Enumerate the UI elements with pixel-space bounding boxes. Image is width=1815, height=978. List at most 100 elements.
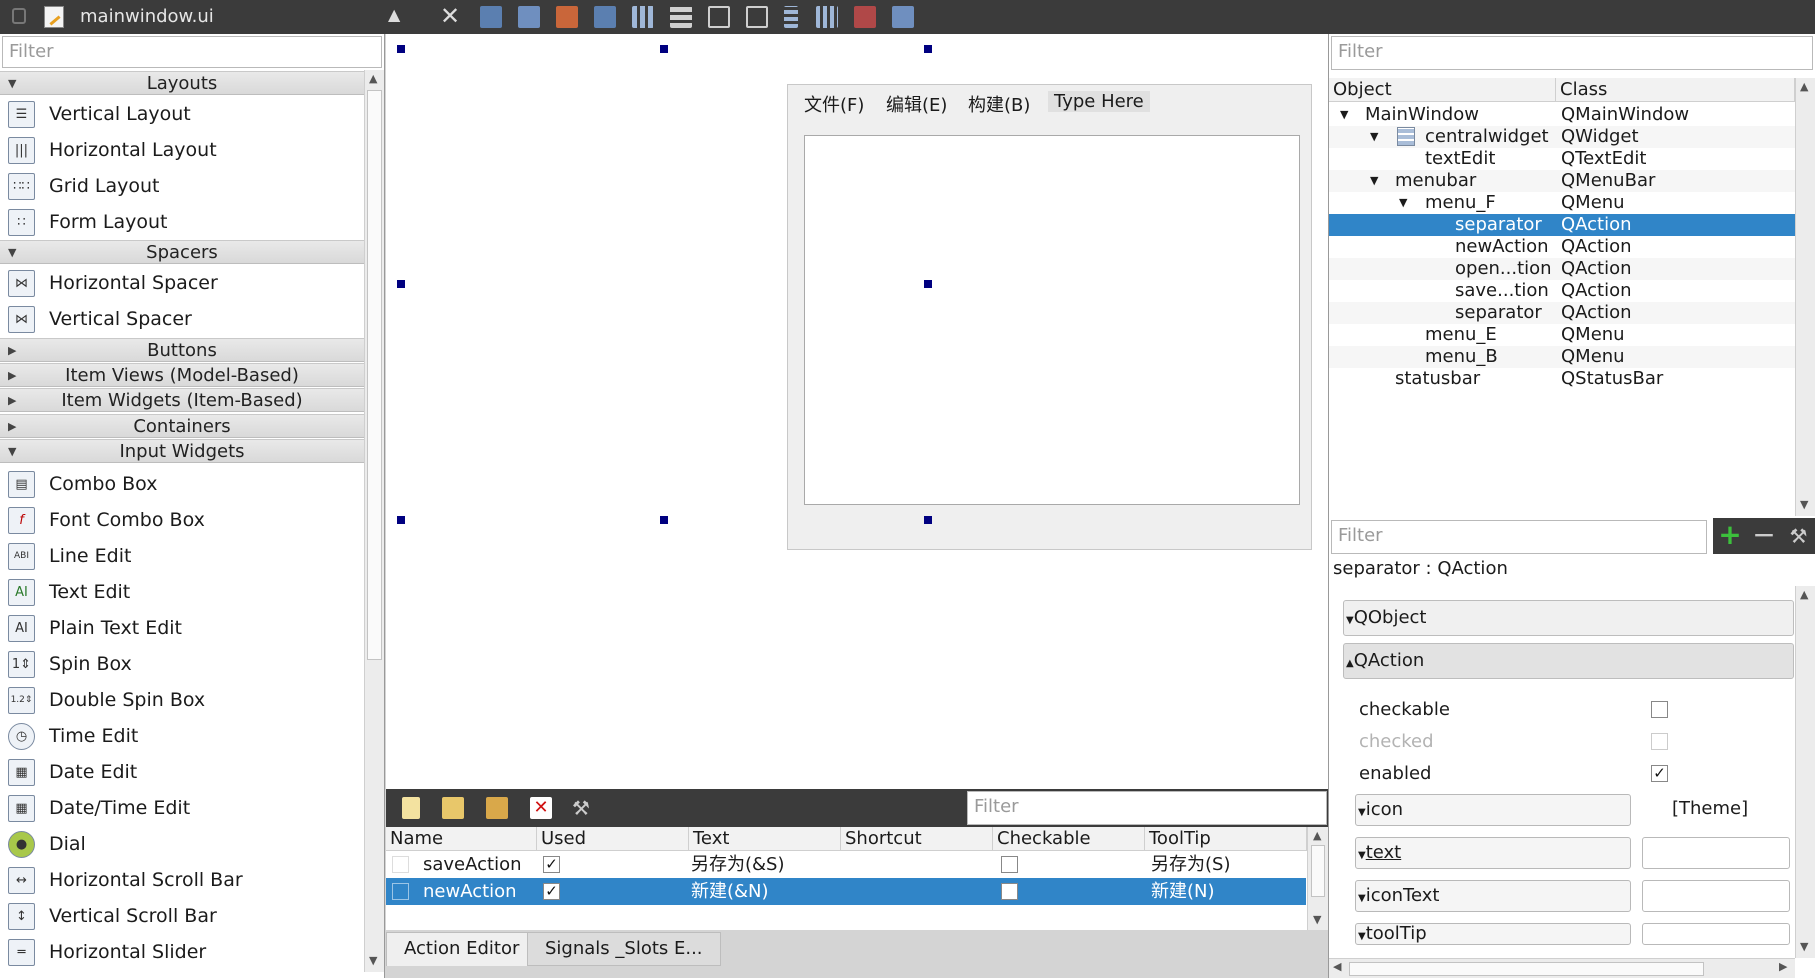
widget-dial[interactable]: ● Dial bbox=[0, 826, 364, 862]
widget-date-time-edit[interactable]: ▦ Date/Time Edit bbox=[0, 790, 364, 826]
tree-row-menu-b[interactable]: menu_B QMenu bbox=[1329, 346, 1795, 368]
resize-handle[interactable] bbox=[397, 45, 405, 53]
widget-grid-layout[interactable]: ∷∷ Grid Layout bbox=[0, 168, 364, 204]
tab-signals-slots-editor[interactable]: Signals _Slots E... bbox=[527, 932, 721, 966]
edit-buddies-icon[interactable] bbox=[556, 6, 578, 28]
tree-row-menu-f[interactable]: ▼ menu_F QMenu bbox=[1329, 192, 1795, 214]
menu-edit[interactable]: 编辑(E) bbox=[886, 91, 947, 117]
column-header-checkable[interactable]: Checkable bbox=[993, 827, 1145, 851]
scroll-right-arrow-icon[interactable]: ▶ bbox=[1779, 960, 1787, 973]
category-item-widgets[interactable]: ▶ Item Widgets (Item-Based) bbox=[0, 388, 364, 412]
tree-row-centralwidget[interactable]: ▼ centralwidget QWidget bbox=[1329, 126, 1795, 148]
column-header-object[interactable]: Object bbox=[1329, 78, 1556, 102]
tree-row-menubar[interactable]: ▼ menubar QMenuBar bbox=[1329, 170, 1795, 192]
widget-text-edit[interactable]: AI Text Edit bbox=[0, 574, 364, 610]
category-item-views[interactable]: ▶ Item Views (Model-Based) bbox=[0, 363, 364, 387]
form-menubar[interactable]: 文件(F) 编辑(E) 构建(B) Type Here bbox=[788, 85, 1311, 119]
layout-vertical-splitter-icon[interactable] bbox=[746, 6, 768, 28]
category-buttons[interactable]: ▶ Buttons bbox=[0, 338, 364, 362]
scroll-down-arrow-icon[interactable]: ▼ bbox=[369, 954, 377, 967]
category-layouts[interactable]: ▼ Layouts bbox=[0, 71, 364, 95]
scroll-down-arrow-icon[interactable]: ▼ bbox=[1800, 498, 1808, 511]
category-spacers[interactable]: ▼ Spacers bbox=[0, 240, 364, 264]
tree-row-openaction[interactable]: open...tion QAction bbox=[1329, 258, 1795, 280]
used-checkbox[interactable]: ✓ bbox=[543, 856, 560, 873]
layout-vertically-icon[interactable] bbox=[670, 6, 692, 28]
tree-row-newaction[interactable]: newAction QAction bbox=[1329, 236, 1795, 258]
resize-handle[interactable] bbox=[660, 45, 668, 53]
tree-row-separator-selected[interactable]: separator QAction bbox=[1329, 214, 1795, 236]
category-containers[interactable]: ▶ Containers bbox=[0, 414, 364, 438]
edit-tab-order-icon[interactable] bbox=[594, 6, 616, 28]
scroll-left-arrow-icon[interactable]: ◀ bbox=[1333, 960, 1341, 973]
add-dynamic-property-icon[interactable]: + bbox=[1713, 518, 1747, 554]
scrollbar-thumb[interactable] bbox=[1311, 845, 1325, 897]
scrollbar-thumb[interactable] bbox=[1349, 962, 1704, 976]
paste-action-icon[interactable] bbox=[486, 797, 508, 819]
resize-handle[interactable] bbox=[397, 280, 405, 288]
object-inspector-scrollbar[interactable]: ▲ ▼ bbox=[1795, 78, 1815, 516]
widget-vertical-layout[interactable]: ☰ Vertical Layout bbox=[0, 96, 364, 132]
expand-arrow-icon[interactable]: ▼ bbox=[1370, 126, 1378, 148]
column-header-tooltip[interactable]: ToolTip bbox=[1145, 827, 1307, 851]
tree-row-statusbar[interactable]: statusbar QStatusBar bbox=[1329, 368, 1795, 390]
action-table-scrollbar[interactable]: ▲ ▼ bbox=[1307, 827, 1328, 930]
prop-text-label[interactable]: ▼text bbox=[1355, 837, 1631, 869]
copy-action-icon[interactable] bbox=[442, 797, 464, 819]
table-row[interactable]: saveAction ✓ 另存为(&S) 另存为(S) bbox=[386, 851, 1306, 878]
prop-icon-value[interactable]: [Theme] bbox=[1672, 798, 1748, 819]
prop-icontext-label[interactable]: ▼iconText bbox=[1355, 880, 1631, 912]
group-qobject[interactable]: ▼QObject bbox=[1343, 600, 1794, 636]
tab-action-editor[interactable]: Action Editor bbox=[386, 932, 538, 966]
form-editor-canvas[interactable]: 文件(F) 编辑(E) 构建(B) Type Here bbox=[386, 34, 1328, 789]
used-checkbox[interactable]: ✓ bbox=[543, 883, 560, 900]
menu-build[interactable]: 构建(B) bbox=[968, 91, 1030, 117]
adjust-size-icon[interactable] bbox=[892, 6, 914, 28]
widget-horizontal-spacer[interactable]: ⋈ Horizontal Spacer bbox=[0, 265, 364, 301]
close-file-icon[interactable]: ✕ bbox=[440, 2, 460, 30]
tree-row-mainwindow[interactable]: ▼ MainWindow QMainWindow bbox=[1329, 104, 1795, 126]
scroll-down-arrow-icon[interactable]: ▼ bbox=[1800, 940, 1808, 953]
group-qaction[interactable]: ▲QAction bbox=[1343, 643, 1794, 679]
expand-arrow-icon[interactable]: ▼ bbox=[1340, 104, 1348, 126]
scroll-down-arrow-icon[interactable]: ▼ bbox=[1313, 913, 1321, 926]
property-editor-filter-input[interactable]: Filter bbox=[1331, 520, 1707, 554]
tree-row-separator[interactable]: separator QAction bbox=[1329, 302, 1795, 324]
widget-double-spin-box[interactable]: 1.2⇕ Double Spin Box bbox=[0, 682, 364, 718]
resize-handle[interactable] bbox=[924, 280, 932, 288]
text-edit-widget[interactable] bbox=[804, 135, 1300, 505]
column-header-used[interactable]: Used bbox=[537, 827, 689, 851]
resize-handle[interactable] bbox=[660, 516, 668, 524]
column-header-name[interactable]: Name bbox=[386, 827, 537, 851]
layout-form-icon[interactable] bbox=[784, 6, 798, 28]
prop-text-value[interactable] bbox=[1642, 837, 1790, 869]
configure-action-editor-icon[interactable]: ⚒ bbox=[572, 797, 594, 819]
widget-font-combo-box[interactable]: f Font Combo Box bbox=[0, 502, 364, 538]
prop-icon-label[interactable]: ▼icon bbox=[1355, 794, 1631, 826]
property-editor-horizontal-scrollbar[interactable]: ◀ ▶ bbox=[1329, 958, 1795, 978]
widget-form-layout[interactable]: ∷ Form Layout bbox=[0, 204, 364, 240]
layout-grid-icon[interactable] bbox=[816, 6, 838, 28]
column-header-class[interactable]: Class bbox=[1556, 78, 1795, 102]
action-editor-table[interactable]: Name Used Text Shortcut Checkable ToolTi… bbox=[386, 827, 1328, 930]
expand-arrow-icon[interactable]: ▼ bbox=[1399, 192, 1407, 214]
menu-file[interactable]: 文件(F) bbox=[804, 91, 864, 117]
delete-action-icon[interactable]: ✕ bbox=[530, 797, 552, 819]
widget-date-edit[interactable]: ▦ Date Edit bbox=[0, 754, 364, 790]
tree-row-menu-e[interactable]: menu_E QMenu bbox=[1329, 324, 1795, 346]
widget-spin-box[interactable]: 1⇕ Spin Box bbox=[0, 646, 364, 682]
widget-plain-text-edit[interactable]: AI Plain Text Edit bbox=[0, 610, 364, 646]
new-action-icon[interactable] bbox=[402, 797, 420, 819]
edit-widgets-icon[interactable] bbox=[480, 6, 502, 28]
break-layout-icon[interactable] bbox=[854, 6, 876, 28]
expand-arrow-icon[interactable]: ▼ bbox=[1370, 170, 1378, 192]
object-inspector-filter-input[interactable]: Filter bbox=[1331, 36, 1813, 70]
widget-combo-box[interactable]: ▤ Combo Box bbox=[0, 466, 364, 502]
checkable-checkbox[interactable] bbox=[1001, 856, 1018, 873]
widget-box-filter-input[interactable]: Filter bbox=[2, 36, 382, 68]
prop-tooltip-label[interactable]: ▼toolTip bbox=[1355, 923, 1631, 945]
prop-tooltip-value[interactable] bbox=[1642, 923, 1790, 945]
resize-handle[interactable] bbox=[924, 45, 932, 53]
prop-icontext-value[interactable] bbox=[1642, 880, 1790, 912]
scroll-up-arrow-icon[interactable]: ▲ bbox=[369, 72, 377, 85]
